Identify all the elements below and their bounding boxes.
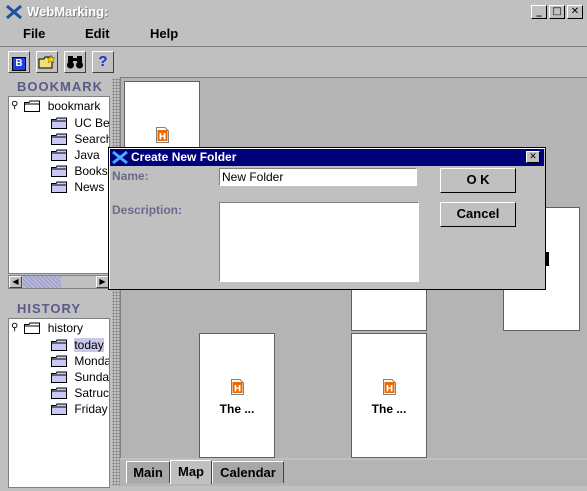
tab-calendar[interactable]: Calendar bbox=[212, 461, 284, 483]
help-question-icon: ? bbox=[98, 53, 108, 70]
help-button[interactable]: ? bbox=[92, 51, 114, 73]
dialog-close-button[interactable]: ✕ bbox=[526, 151, 540, 163]
tree-item-history[interactable]: Satruc bbox=[51, 385, 109, 401]
close-button[interactable]: ✕ bbox=[567, 5, 583, 19]
tree-item-history[interactable]: Sunda bbox=[51, 369, 109, 385]
bookmark-tree: ⚲ bookmark UC Be Search Java Books News bbox=[8, 96, 110, 274]
tab-map[interactable]: Map bbox=[170, 460, 212, 484]
folder-icon bbox=[51, 371, 67, 383]
document-title: The ... bbox=[371, 402, 407, 416]
description-label: Description: bbox=[112, 203, 183, 217]
create-folder-dialog: Create New Folder ✕ Name: Description: O… bbox=[108, 147, 546, 290]
folder-icon bbox=[51, 403, 67, 415]
bookmark-button[interactable]: B bbox=[8, 51, 30, 73]
tree-handle-icon: ⚲ bbox=[11, 100, 19, 112]
scroll-thumb[interactable] bbox=[23, 276, 61, 288]
menu-edit[interactable]: Edit bbox=[85, 26, 110, 41]
tree-item-bookmark[interactable]: Search bbox=[51, 131, 109, 147]
bookmark-b-icon: B bbox=[12, 57, 26, 71]
new-folder-icon bbox=[38, 54, 56, 69]
scroll-left-arrow-icon[interactable]: ◀ bbox=[9, 276, 22, 288]
folder-icon bbox=[51, 165, 67, 177]
folder-icon bbox=[24, 322, 41, 334]
search-button[interactable] bbox=[64, 51, 86, 73]
svg-text:H: H bbox=[386, 385, 394, 395]
bookmark-panel-title: BOOKMARK bbox=[8, 79, 110, 95]
folder-icon bbox=[51, 355, 67, 367]
app-x-icon bbox=[6, 5, 22, 19]
folder-icon bbox=[51, 181, 67, 193]
maximize-button[interactable]: □ bbox=[549, 5, 565, 19]
document-card[interactable]: H The ... bbox=[351, 333, 427, 458]
tree-root-history[interactable]: ⚲ history bbox=[11, 320, 83, 336]
folder-name-input[interactable] bbox=[219, 168, 417, 186]
minimize-button[interactable]: _ bbox=[531, 5, 547, 19]
tree-item-history[interactable]: Friday bbox=[51, 401, 108, 417]
tree-item-bookmark[interactable]: Java bbox=[51, 147, 100, 163]
svg-text:H: H bbox=[234, 385, 242, 395]
svg-text:H: H bbox=[159, 133, 167, 143]
menu-bar: File Edit Help bbox=[0, 24, 587, 44]
name-label: Name: bbox=[112, 169, 149, 183]
document-card[interactable]: H The ... bbox=[199, 333, 275, 458]
tree-item-history[interactable]: Monda bbox=[51, 353, 109, 369]
app-x-icon bbox=[112, 151, 128, 164]
folder-icon bbox=[51, 133, 67, 145]
description-textarea[interactable] bbox=[219, 202, 419, 282]
tree-item-bookmark[interactable]: UC Be bbox=[51, 115, 109, 131]
html-document-icon: H bbox=[383, 379, 396, 395]
html-document-icon: H bbox=[156, 127, 169, 143]
ok-button[interactable]: O K bbox=[440, 168, 516, 193]
binoculars-icon bbox=[67, 56, 83, 69]
document-title: The ... bbox=[219, 402, 255, 416]
dialog-title: Create New Folder bbox=[131, 150, 237, 164]
bookmark-hscrollbar[interactable]: ◀ ▶ bbox=[8, 275, 110, 289]
tab-main[interactable]: Main bbox=[126, 461, 170, 483]
view-tabs: Main Map Calendar bbox=[120, 460, 587, 486]
history-tree: ⚲ history today Monda Sunda Satruc Frida… bbox=[8, 318, 110, 488]
history-panel-title: HISTORY bbox=[8, 301, 110, 317]
new-folder-button[interactable] bbox=[36, 51, 58, 73]
menu-file[interactable]: File bbox=[23, 26, 45, 41]
folder-icon bbox=[24, 100, 41, 112]
folder-icon bbox=[51, 387, 67, 399]
tree-item-history[interactable]: today bbox=[51, 337, 104, 353]
app-window: WebMarking: _ □ ✕ File Edit Help B ? BOO… bbox=[0, 0, 587, 491]
folder-icon bbox=[51, 117, 67, 129]
folder-icon bbox=[51, 149, 67, 161]
html-document-icon: H bbox=[231, 379, 244, 395]
toolbar: B ? bbox=[0, 46, 587, 76]
tree-item-bookmark[interactable]: Books bbox=[51, 163, 108, 179]
dialog-titlebar[interactable]: Create New Folder ✕ bbox=[110, 149, 544, 166]
tree-handle-icon: ⚲ bbox=[11, 322, 19, 334]
folder-icon bbox=[51, 339, 67, 351]
tree-root-bookmark[interactable]: ⚲ bookmark bbox=[11, 98, 100, 114]
window-title: WebMarking: bbox=[27, 4, 109, 19]
menu-help[interactable]: Help bbox=[150, 26, 178, 41]
window-titlebar[interactable]: WebMarking: _ □ ✕ bbox=[0, 0, 587, 24]
cancel-button[interactable]: Cancel bbox=[440, 202, 516, 227]
tree-item-bookmark[interactable]: News bbox=[51, 179, 104, 195]
